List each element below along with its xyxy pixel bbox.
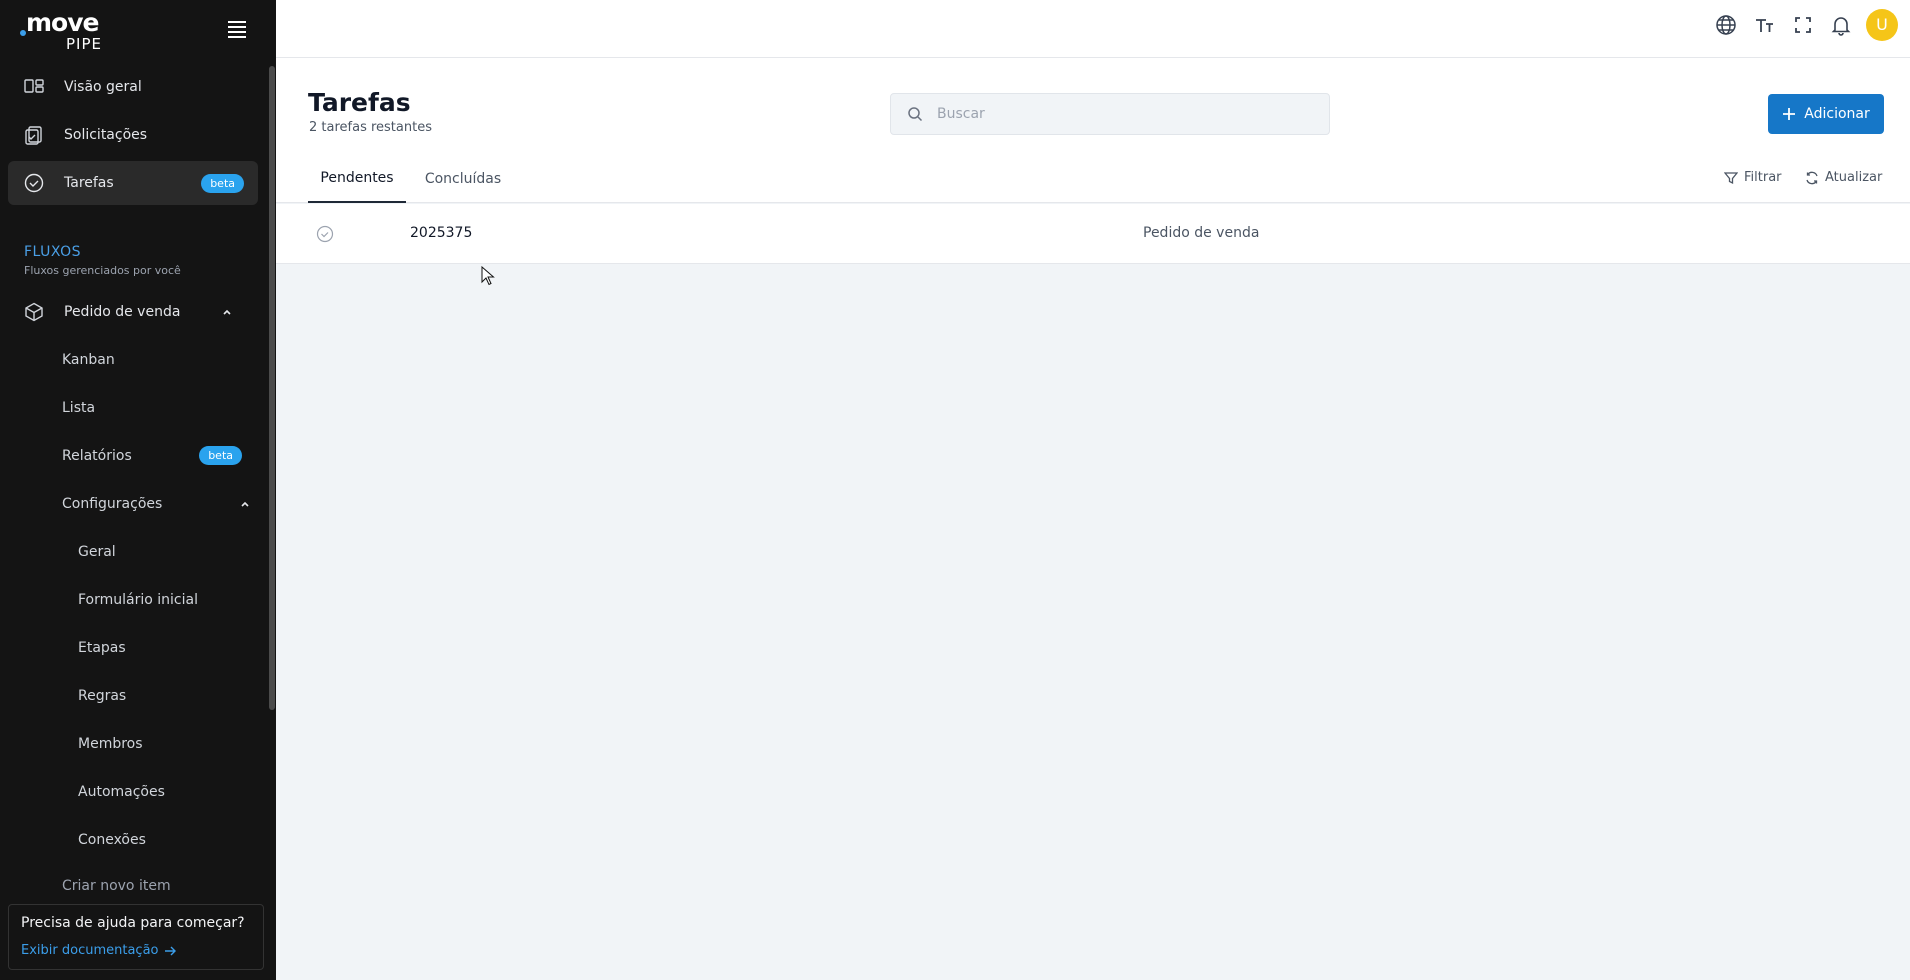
refresh-icon (1806, 171, 1818, 184)
sidebar-item-relatorios[interactable]: Relatórios beta (62, 438, 242, 474)
sidebar-item-configuracoes[interactable]: Configurações (62, 486, 258, 522)
clipboard-icon (25, 126, 42, 145)
task-id: 2025375 (410, 225, 473, 241)
documentation-link[interactable]: Exibir documentação (21, 943, 177, 958)
logo-line1: move (26, 8, 99, 37)
arrow-right-icon (165, 946, 177, 955)
mouse-cursor-icon (481, 266, 495, 286)
filter-label: Filtrar (1744, 170, 1782, 185)
sidebar-item-pedido-de-venda[interactable]: Pedido de venda (8, 290, 258, 334)
check-circle-icon (24, 173, 44, 193)
sidebar-item-solicitacoes[interactable]: Solicitações (8, 113, 258, 157)
tab-pendentes[interactable]: Pendentes (308, 154, 406, 203)
add-button-label: Adicionar (1804, 106, 1870, 122)
help-card: Precisa de ajuda para começar? Exibir do… (8, 904, 264, 970)
add-button[interactable]: Adicionar (1768, 94, 1884, 134)
documentation-link-label: Exibir documentação (21, 943, 159, 958)
section-subtitle: Fluxos gerenciados por você (24, 264, 181, 277)
table-row[interactable]: 2025375 Pedido de venda (276, 204, 1910, 264)
help-question: Precisa de ajuda para começar? (21, 915, 245, 931)
sidebar-item-membros[interactable]: Membros (78, 726, 143, 762)
task-flow: Pedido de venda (1143, 225, 1260, 241)
layout-icon (24, 79, 44, 93)
beta-badge: beta (199, 446, 242, 465)
search-box (890, 93, 1330, 135)
sidebar-item-label: Relatórios (62, 448, 132, 464)
sidebar-item-kanban[interactable]: Kanban (62, 342, 115, 378)
page-title: Tarefas (308, 88, 411, 117)
text-size-icon[interactable] (1753, 14, 1775, 36)
check-circle-icon[interactable] (316, 225, 334, 243)
search-icon (908, 107, 923, 122)
box-icon (25, 302, 43, 322)
filter-button[interactable]: Filtrar (1724, 170, 1782, 185)
filter-icon (1724, 171, 1738, 184)
bell-icon[interactable] (1830, 14, 1852, 36)
logo-line2: PIPE (66, 35, 102, 53)
menu-toggle-button[interactable] (228, 21, 246, 38)
sidebar-item-lista[interactable]: Lista (62, 390, 95, 426)
search-input[interactable] (937, 94, 1317, 134)
sidebar-item-label: Pedido de venda (64, 304, 181, 320)
sidebar-item-geral[interactable]: Geral (78, 534, 116, 570)
sidebar-item-criar-novo-item[interactable]: Criar novo item (62, 870, 171, 894)
globe-icon[interactable] (1715, 14, 1737, 36)
sidebar-scrollbar[interactable] (269, 66, 275, 710)
sidebar-item-label: Solicitações (64, 127, 148, 143)
brand-logo[interactable]: move PIPE (20, 8, 120, 53)
user-avatar[interactable]: U (1866, 9, 1898, 41)
refresh-button[interactable]: Atualizar (1805, 170, 1882, 185)
section-title: FLUXOS (24, 244, 82, 260)
sidebar-item-label: Configurações (62, 496, 163, 512)
sidebar-item-label: Tarefas (64, 175, 114, 191)
beta-badge: beta (201, 174, 244, 193)
sidebar-item-etapas[interactable]: Etapas (78, 630, 126, 666)
fullscreen-icon[interactable] (1792, 14, 1814, 36)
chevron-up-icon[interactable] (222, 307, 232, 317)
refresh-label: Atualizar (1825, 170, 1883, 185)
chevron-up-icon (241, 501, 249, 507)
sidebar-item-visao-geral[interactable]: Visão geral (8, 65, 258, 109)
sidebar-item-automacoes[interactable]: Automações (78, 774, 165, 810)
top-bar (276, 0, 1910, 58)
sidebar: move PIPE Visão geral Solicitações Taref… (0, 0, 276, 980)
plus-icon (1783, 108, 1796, 120)
tab-concluidas[interactable]: Concluídas (412, 154, 514, 203)
sidebar-item-conexoes[interactable]: Conexões (78, 822, 146, 858)
page-subtitle: 2 tarefas restantes (309, 120, 432, 135)
sidebar-item-label: Visão geral (64, 79, 142, 95)
sidebar-item-regras[interactable]: Regras (78, 678, 126, 714)
sidebar-item-formulario-inicial[interactable]: Formulário inicial (78, 582, 198, 618)
page-header: Tarefas 2 tarefas restantes Adicionar Pe… (276, 58, 1910, 203)
sidebar-item-tarefas[interactable]: Tarefas beta (8, 161, 258, 205)
